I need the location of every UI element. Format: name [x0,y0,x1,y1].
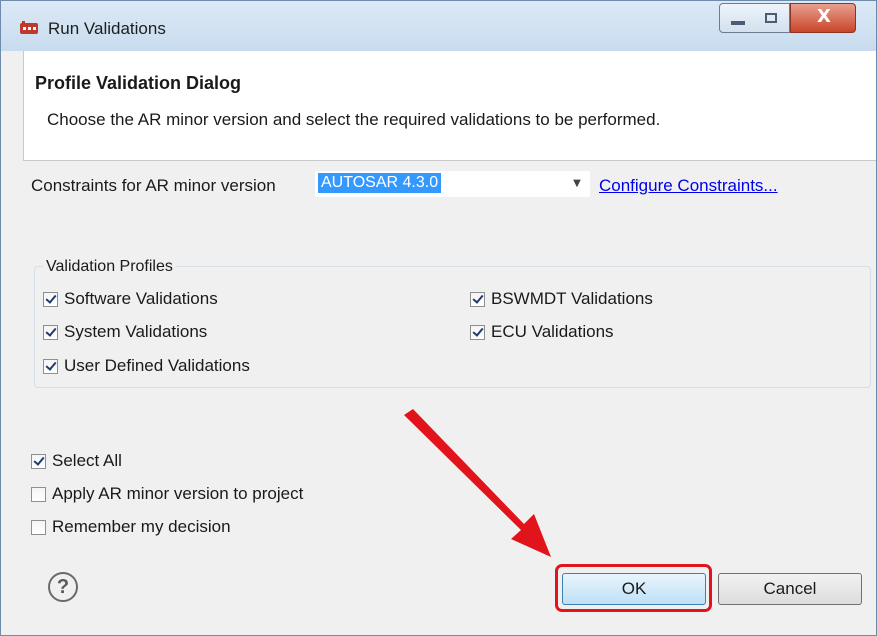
checkbox-box[interactable] [43,324,58,340]
checkbox-box[interactable] [31,519,46,535]
user-defined-validations-checkbox[interactable]: User Defined Validations [43,356,250,376]
minimize-button[interactable] [719,3,755,33]
run-validations-window: Run Validations X Profile Validation Dia… [0,0,877,636]
constraints-label: Constraints for AR minor version [31,176,276,195]
help-icon[interactable]: ? [48,572,78,602]
title-bar[interactable]: Run Validations X [1,1,876,51]
ar-version-combo[interactable]: AUTOSAR 4.3.0 ▼ [315,171,590,197]
checkbox-box[interactable] [31,453,46,469]
checkbox-label: ECU Validations [491,322,614,341]
checkbox-label: Apply AR minor version to project [52,484,304,503]
remember-decision-checkbox[interactable]: Remember my decision [31,517,231,537]
checkbox-box[interactable] [470,324,485,340]
ecu-validations-checkbox[interactable]: ECU Validations [470,322,614,342]
maximize-button[interactable] [754,3,790,33]
checkbox-label: User Defined Validations [64,356,250,375]
ar-version-value[interactable]: AUTOSAR 4.3.0 [318,173,442,193]
select-all-checkbox[interactable]: Select All [31,451,122,471]
bswmdt-validations-checkbox[interactable]: BSWMDT Validations [470,289,653,309]
app-icon [20,21,38,34]
window-title: Run Validations [48,19,166,38]
checkbox-label: BSWMDT Validations [491,289,653,308]
checkbox-label: Remember my decision [52,517,231,536]
validation-profiles-legend: Validation Profiles [43,258,176,276]
dialog-description: Choose the AR minor version and select t… [47,110,661,129]
header-divider [23,160,876,161]
checkbox-label: Software Validations [64,289,218,308]
dialog-header: Profile Validation Dialog Choose the AR … [23,51,876,161]
checkbox-box[interactable] [31,486,46,502]
checkbox-label: Select All [52,451,122,470]
minimize-icon [731,21,745,25]
maximize-icon [765,13,777,23]
close-button[interactable]: X [790,3,856,33]
ok-button[interactable]: OK [562,573,706,605]
checkbox-box[interactable] [43,291,58,307]
close-icon: X [817,6,831,27]
apply-ar-version-checkbox[interactable]: Apply AR minor version to project [31,484,303,504]
configure-constraints-link[interactable]: Configure Constraints... [599,176,778,196]
system-validations-checkbox[interactable]: System Validations [43,322,207,342]
checkbox-box[interactable] [470,291,485,307]
dialog-title: Profile Validation Dialog [35,73,242,93]
dropdown-arrow-icon[interactable]: ▼ [570,173,584,193]
checkbox-label: System Validations [64,322,208,341]
cancel-button[interactable]: Cancel [718,573,862,605]
checkbox-box[interactable] [43,358,58,374]
software-validations-checkbox[interactable]: Software Validations [43,289,218,309]
